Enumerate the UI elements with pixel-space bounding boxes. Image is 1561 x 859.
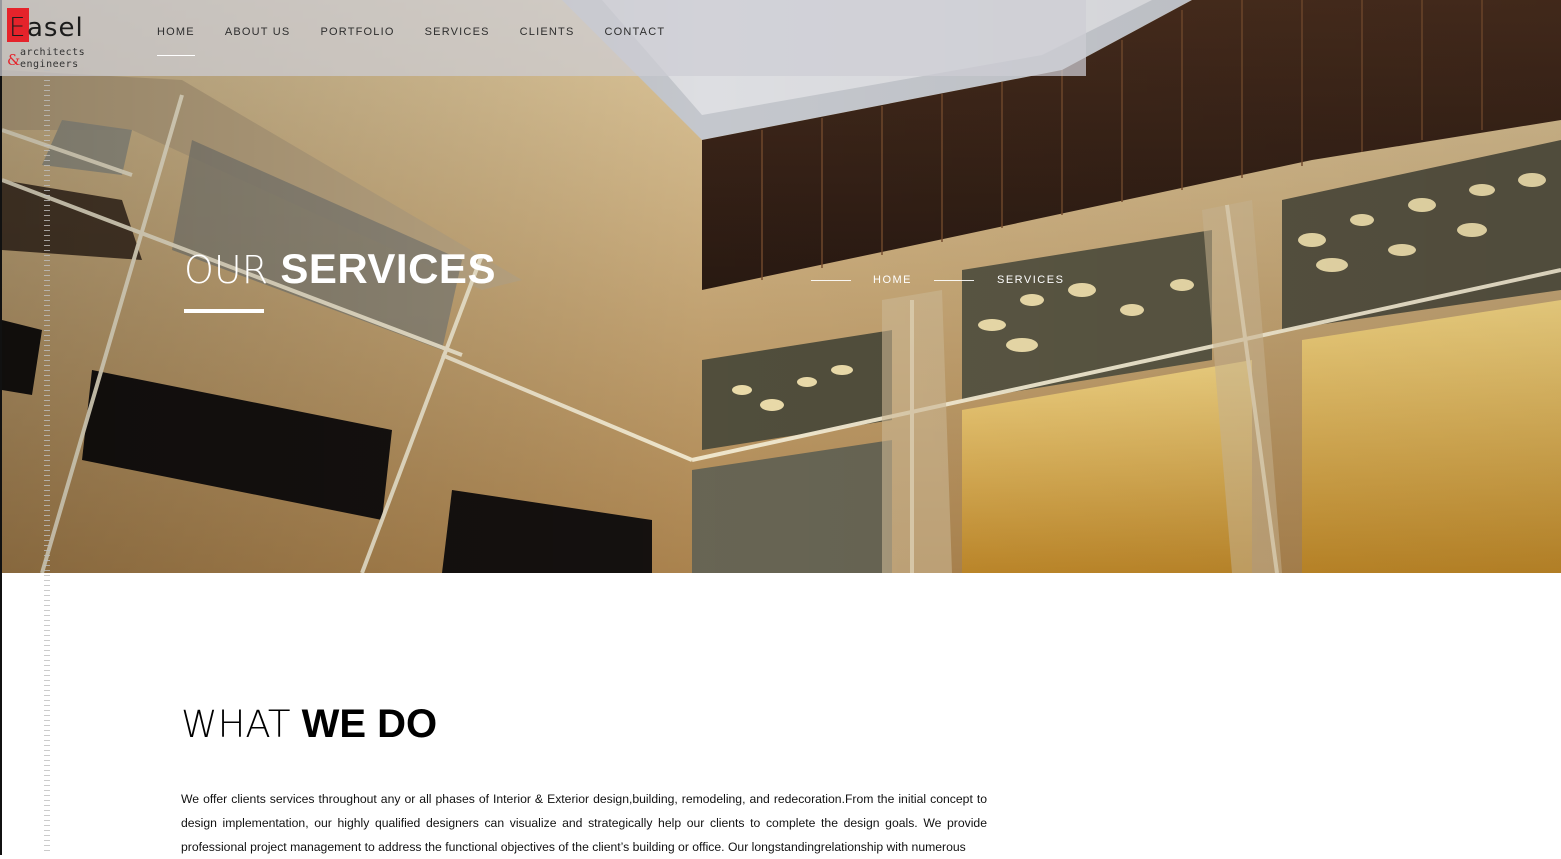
logo-tagline-architects: architects [20, 47, 86, 58]
nav-about-us[interactable]: ABOUT US [225, 26, 291, 56]
logo-ampersand: & [7, 51, 21, 69]
breadcrumb-line-left [811, 279, 851, 281]
section-title: WHAT WE DO [181, 700, 437, 749]
nav-contact[interactable]: CONTACT [605, 26, 666, 56]
title-underline [184, 309, 264, 313]
main-nav: HOME ABOUT US PORTFOLIO SERVICES CLIENTS… [157, 26, 695, 56]
side-ruler-decoration [44, 70, 50, 855]
page-title-bold: SERVICES [280, 245, 496, 292]
breadcrumb-line-separator [934, 279, 974, 281]
nav-services[interactable]: SERVICES [425, 26, 490, 56]
section-title-bold: WE DO [301, 702, 438, 746]
breadcrumb: HOME SERVICES [811, 274, 1086, 286]
services-intro-paragraph: We offer clients services throughout any… [181, 792, 987, 854]
page-title: OUR SERVICES [184, 245, 496, 294]
site-header: E asel & architects engineers HOME ABOUT… [0, 0, 1086, 76]
logo-initial: E [9, 13, 26, 43]
section-title-light: WHAT [181, 703, 291, 746]
breadcrumb-current: SERVICES [997, 274, 1065, 286]
site-logo[interactable]: E asel & architects engineers [7, 8, 91, 70]
nav-clients[interactable]: CLIENTS [520, 26, 575, 56]
nav-portfolio[interactable]: PORTFOLIO [320, 26, 394, 56]
nav-home[interactable]: HOME [157, 26, 195, 56]
hero-banner: OUR SERVICES HOME SERVICES [2, 0, 1561, 573]
logo-word: asel [27, 13, 84, 43]
page-title-light: OUR [184, 248, 269, 292]
breadcrumb-home-link[interactable]: HOME [873, 274, 912, 286]
